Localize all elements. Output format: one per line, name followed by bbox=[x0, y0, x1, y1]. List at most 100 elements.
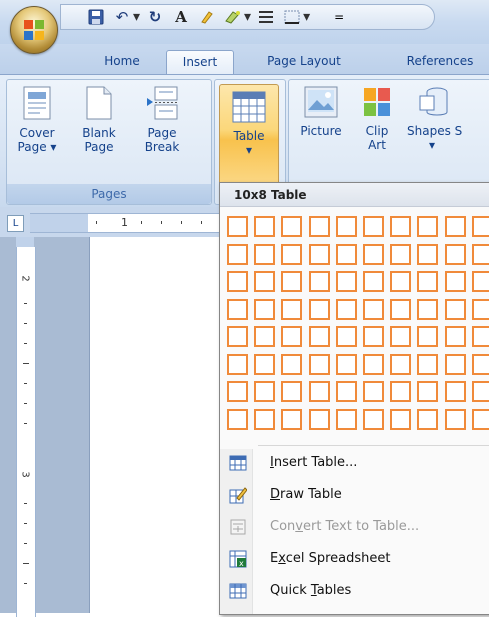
quick-tables-menu-item[interactable]: Quick Tables ▸ bbox=[220, 575, 489, 607]
table-grid-cell[interactable] bbox=[390, 243, 412, 265]
table-grid-cell[interactable] bbox=[417, 381, 439, 402]
table-grid-cell[interactable] bbox=[281, 243, 303, 265]
table-grid-cell[interactable] bbox=[227, 271, 248, 292]
table-grid-cell[interactable] bbox=[254, 326, 276, 347]
office-button[interactable] bbox=[10, 6, 58, 54]
table-grid-cell[interactable] bbox=[335, 243, 357, 265]
table-grid-cell[interactable] bbox=[308, 326, 330, 347]
table-grid-cell[interactable] bbox=[390, 353, 412, 375]
tab-references[interactable]: References bbox=[392, 50, 488, 74]
table-grid-cell[interactable] bbox=[227, 298, 248, 320]
table-grid-cell[interactable] bbox=[390, 408, 412, 430]
tab-selector[interactable]: L bbox=[7, 215, 24, 232]
picture-button[interactable]: Picture bbox=[295, 86, 347, 138]
repeat-icon[interactable]: ↻ bbox=[144, 6, 166, 28]
table-grid-cell[interactable] bbox=[390, 326, 412, 347]
table-grid-cell[interactable] bbox=[281, 408, 303, 430]
table-grid-cell[interactable] bbox=[444, 381, 466, 402]
table-grid-cell[interactable] bbox=[254, 271, 276, 292]
table-grid-cell[interactable] bbox=[227, 326, 248, 347]
table-grid-cell[interactable] bbox=[444, 326, 466, 347]
table-grid-cell[interactable] bbox=[444, 271, 466, 292]
tab-home[interactable]: Home bbox=[96, 50, 148, 74]
table-grid-cell[interactable] bbox=[471, 243, 489, 265]
borders-icon[interactable] bbox=[281, 6, 303, 28]
document-page[interactable] bbox=[89, 237, 240, 613]
table-grid-cell[interactable] bbox=[308, 353, 330, 375]
table-grid-cell[interactable] bbox=[417, 326, 439, 347]
table-grid-cell[interactable] bbox=[308, 298, 330, 320]
table-grid-cell[interactable] bbox=[363, 408, 384, 430]
highlighter-icon[interactable] bbox=[222, 6, 244, 28]
table-grid-cell[interactable] bbox=[254, 298, 276, 320]
table-grid-cell[interactable] bbox=[390, 298, 412, 320]
insert-table-menu-item[interactable]: Insert Table... bbox=[220, 447, 489, 479]
table-grid-cell[interactable] bbox=[227, 243, 248, 265]
shapes-button[interactable]: Shapes S ▾ bbox=[407, 86, 487, 152]
undo-icon[interactable]: ↶ bbox=[111, 6, 133, 28]
table-grid-cell[interactable] bbox=[363, 271, 384, 292]
table-grid-cell[interactable] bbox=[390, 216, 412, 237]
table-grid-cell[interactable] bbox=[471, 216, 489, 237]
table-grid-cell[interactable] bbox=[227, 408, 248, 430]
table-grid-cell[interactable] bbox=[471, 271, 489, 292]
table-grid-cell[interactable] bbox=[471, 353, 489, 375]
table-grid-cell[interactable] bbox=[417, 271, 439, 292]
table-grid-cell[interactable] bbox=[335, 408, 357, 430]
undo-dropdown-icon[interactable]: ▾ bbox=[133, 9, 140, 25]
table-grid-cell[interactable] bbox=[444, 353, 466, 375]
table-grid-cell[interactable] bbox=[335, 381, 357, 402]
blank-page-button[interactable]: Blank Page bbox=[77, 86, 121, 154]
draw-table-menu-item[interactable]: Draw Table bbox=[220, 479, 489, 511]
table-grid-cell[interactable] bbox=[417, 216, 439, 237]
table-grid-cell[interactable] bbox=[227, 216, 248, 237]
table-grid-cell[interactable] bbox=[363, 216, 384, 237]
table-grid-cell[interactable] bbox=[335, 216, 357, 237]
tab-page-layout[interactable]: Page Layout bbox=[254, 50, 354, 74]
format-painter-icon[interactable] bbox=[196, 6, 218, 28]
tab-insert[interactable]: Insert bbox=[166, 50, 234, 75]
convert-text-to-table-menu-item[interactable]: Convert Text to Table... bbox=[220, 511, 489, 543]
table-grid-cell[interactable] bbox=[335, 353, 357, 375]
table-grid-cell[interactable] bbox=[471, 298, 489, 320]
table-grid-cell[interactable] bbox=[363, 298, 384, 320]
borders-dropdown-icon[interactable]: ▾ bbox=[303, 9, 310, 25]
table-grid-cell[interactable] bbox=[363, 326, 384, 347]
table-grid-cell[interactable] bbox=[471, 326, 489, 347]
table-grid-cell[interactable] bbox=[254, 381, 276, 402]
table-grid-cell[interactable] bbox=[444, 298, 466, 320]
table-grid-cell[interactable] bbox=[308, 271, 330, 292]
table-grid-cell[interactable] bbox=[335, 271, 357, 292]
table-grid-cell[interactable] bbox=[363, 243, 384, 265]
table-grid-cell[interactable] bbox=[471, 408, 489, 430]
table-grid-cell[interactable] bbox=[227, 381, 248, 402]
table-grid-cell[interactable] bbox=[254, 243, 276, 265]
table-grid-cell[interactable] bbox=[363, 353, 384, 375]
table-grid-cell[interactable] bbox=[281, 326, 303, 347]
table-grid-cell[interactable] bbox=[254, 408, 276, 430]
table-grid-cell[interactable] bbox=[417, 243, 439, 265]
table-grid-cell[interactable] bbox=[444, 243, 466, 265]
font-size-icon[interactable]: A bbox=[170, 6, 192, 28]
page-break-button[interactable]: Page Break bbox=[137, 86, 187, 154]
table-grid-cell[interactable] bbox=[390, 271, 412, 292]
table-grid-cell[interactable] bbox=[254, 353, 276, 375]
table-button[interactable]: Table ▾ bbox=[219, 84, 279, 186]
table-grid-cell[interactable] bbox=[254, 216, 276, 237]
table-grid-cell[interactable] bbox=[308, 408, 330, 430]
highlighter-dropdown-icon[interactable]: ▾ bbox=[244, 9, 251, 25]
cover-page-button[interactable]: Cover Page ▾ bbox=[13, 86, 61, 154]
table-grid-cell[interactable] bbox=[444, 216, 466, 237]
table-grid-cell[interactable] bbox=[444, 408, 466, 430]
table-grid-cell[interactable] bbox=[363, 381, 384, 402]
table-grid-cell[interactable] bbox=[471, 381, 489, 402]
table-grid-cell[interactable] bbox=[281, 271, 303, 292]
table-grid-cell[interactable] bbox=[417, 353, 439, 375]
table-grid-cell[interactable] bbox=[417, 298, 439, 320]
table-grid-cell[interactable] bbox=[227, 353, 248, 375]
clip-art-button[interactable]: Clip Art bbox=[357, 86, 397, 152]
table-grid-cell[interactable] bbox=[417, 408, 439, 430]
table-grid-cell[interactable] bbox=[281, 216, 303, 237]
table-grid-cell[interactable] bbox=[281, 353, 303, 375]
align-icon[interactable] bbox=[255, 6, 277, 28]
